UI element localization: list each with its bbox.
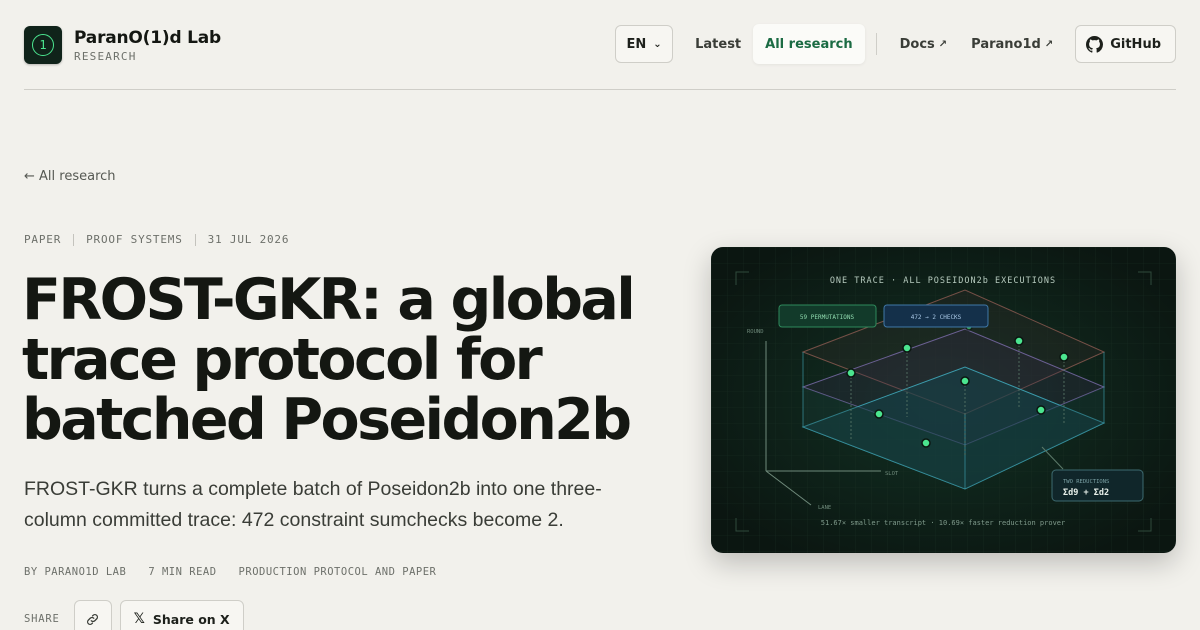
nav-latest[interactable]: Latest — [683, 24, 753, 64]
nav-docs[interactable]: Docs ↗ — [888, 24, 960, 64]
share-label: SHARE — [24, 613, 60, 625]
brand-subtitle: RESEARCH — [74, 50, 137, 63]
byline-author: BY PARANO1D LAB — [24, 566, 127, 578]
nav-docs-label: Docs — [899, 36, 935, 52]
trace-illustration: ONE TRACE · ALL POSEIDON2b EXECUTIONS RO… — [711, 247, 1176, 553]
nav-all-research[interactable]: All research — [753, 24, 865, 64]
axis-lane-label: LANE — [818, 505, 831, 511]
link-icon — [87, 613, 99, 625]
meta-topic: PROOF SYSTEMS — [86, 233, 183, 246]
article-meta: PAPER PROOF SYSTEMS 31 JUL 2026 — [24, 233, 289, 246]
logo: 1 — [24, 26, 62, 64]
github-label: GitHub — [1110, 36, 1161, 52]
byline: BY PARANO1D LAB 7 MIN READ PRODUCTION PR… — [24, 566, 458, 578]
share-on-x-label: Share on X — [152, 611, 230, 627]
github-icon — [1086, 35, 1104, 53]
article-title: FROST-GKR: a global trace protocol for b… — [22, 267, 636, 453]
badge-checks: 472 → 2 CHECKS — [883, 304, 989, 328]
share-on-x-button[interactable]: 𝕏 Share on X — [119, 600, 244, 630]
external-link-icon: ↗ — [1044, 38, 1054, 50]
reductions-callout: TWO REDUCTIONS Σd9 + Σd2 — [1051, 469, 1144, 502]
reductions-value: Σd9 + Σd2 — [1063, 488, 1109, 498]
byline-kind: PRODUCTION PROTOCOL AND PAPER — [238, 566, 437, 578]
badge-permutations: 59 PERMUTATIONS — [778, 304, 877, 328]
meta-divider — [194, 233, 196, 246]
brand[interactable]: 1 ParanO(1)d Lab RESEARCH — [24, 26, 221, 64]
badge-permutations-label: 59 PERMUTATIONS — [800, 314, 855, 321]
trace-node — [1014, 336, 1024, 346]
trace-node — [846, 368, 856, 378]
figure-title: ONE TRACE · ALL POSEIDON2b EXECUTIONS — [830, 276, 1056, 286]
external-link-icon: ↗ — [938, 38, 948, 50]
language-value: EN — [626, 36, 647, 52]
nav-parano1d[interactable]: Parano1d ↗ — [959, 24, 1065, 64]
trace-node — [1036, 405, 1046, 415]
trace-node — [902, 343, 912, 353]
hero-figure: ONE TRACE · ALL POSEIDON2b EXECUTIONS RO… — [711, 247, 1176, 553]
byline-read-time: 7 MIN READ — [148, 566, 217, 578]
main-nav: EN ⌄ Latest All research Docs ↗ Parano1d… — [615, 24, 1176, 64]
axis-round-label: ROUND — [747, 329, 764, 335]
trace-node — [921, 438, 931, 448]
back-to-research-link[interactable]: ← All research — [24, 169, 116, 184]
logo-glyph: 1 — [32, 34, 54, 56]
nav-divider — [875, 33, 877, 55]
trace-node — [960, 376, 970, 386]
github-button[interactable]: GitHub — [1075, 25, 1176, 63]
badge-checks-label: 472 → 2 CHECKS — [911, 314, 962, 321]
site-header: 1 ParanO(1)d Lab RESEARCH EN ⌄ Latest Al… — [24, 0, 1176, 90]
axis-slot-label: SLOT — [885, 471, 899, 477]
trace-node — [1059, 352, 1069, 362]
copy-link-button[interactable] — [73, 600, 112, 630]
brand-name: ParanO(1)d Lab — [74, 28, 222, 48]
meta-date: 31 JUL 2026 — [207, 233, 290, 246]
x-logo-icon: 𝕏 — [133, 611, 145, 627]
meta-divider — [73, 233, 75, 246]
share-bar: SHARE 𝕏 Share on X — [24, 600, 244, 630]
reductions-label: TWO REDUCTIONS — [1063, 479, 1109, 485]
nav-parano1d-label: Parano1d — [971, 36, 1041, 52]
trace-node — [874, 409, 884, 419]
meta-type: PAPER — [24, 233, 62, 246]
language-select[interactable]: EN ⌄ — [615, 25, 674, 63]
article-lede: FROST-GKR turns a complete batch of Pose… — [24, 478, 602, 531]
figure-caption: 51.67× smaller transcript · 10.69× faste… — [821, 519, 1065, 527]
chevron-down-icon: ⌄ — [653, 38, 662, 50]
